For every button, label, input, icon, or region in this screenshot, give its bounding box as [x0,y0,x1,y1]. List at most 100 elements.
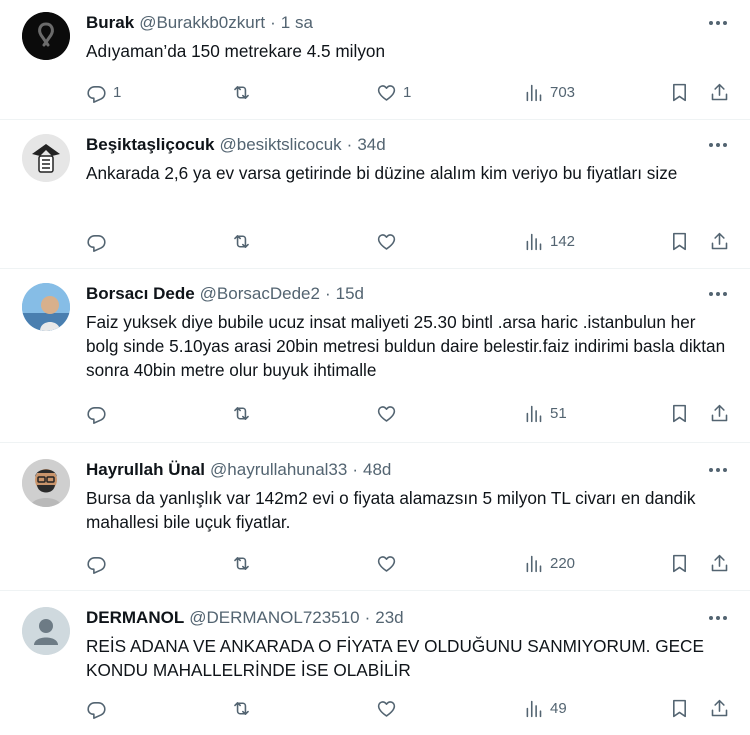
author-handle[interactable]: @hayrullahunal33 [210,460,347,480]
bookmark-button[interactable] [669,229,690,253]
author-handle[interactable]: @besiktslicocuk [220,135,342,155]
separator-dot: · [346,135,353,154]
tweet-text: Ankarada 2,6 ya ev varsa getirinde bi dü… [86,163,678,183]
separator-dot: · [364,608,371,627]
retweet-icon [234,406,249,420]
view-count: 703 [550,83,576,101]
tweet-header: Borsacı Dede @BorsacDede2 · 15d [86,283,730,305]
retweet-button[interactable] [231,551,258,575]
bookmark-button[interactable] [669,401,690,425]
more-options-icon[interactable] [706,134,730,156]
author-name[interactable]: Beşiktaşliçocuk [86,135,215,155]
tweet-text: REİS ADANA VE ANKARADA O FİYATA EV OLDUĞ… [86,636,704,680]
reply-icon [87,85,106,103]
like-button[interactable] [376,696,403,720]
bookmark-icon [673,404,686,422]
reply-button[interactable] [86,696,113,720]
views-button[interactable]: 142 [523,229,575,253]
tweet[interactable]: Borsacı Dede @BorsacDede2 · 15d Faiz yuk… [0,269,750,443]
timestamp[interactable]: 34d [357,135,385,155]
share-icon [711,554,728,571]
timestamp[interactable]: 15d [336,284,364,304]
author-handle[interactable]: @Burakkb0zkurt [139,13,265,33]
tweet-header: DERMANOL @DERMANOL723510 · 23d [86,607,730,629]
views-chart-icon [526,700,542,717]
reply-button[interactable] [86,401,113,425]
author-handle[interactable]: @BorsacDede2 [200,284,320,304]
heart-icon [377,233,396,250]
timestamp[interactable]: 23d [375,608,403,628]
tweet-text: Bursa da yanlışlık var 142m2 evi o fiyat… [86,488,696,532]
separator-dot: · [324,284,331,303]
share-icon [711,699,728,716]
reply-feed: Burak @Burakkb0zkurt · 1 sa Adıyaman’da … [0,0,750,735]
avatar[interactable] [22,459,70,507]
bookmark-icon [673,83,686,101]
share-icon [711,232,728,249]
share-button[interactable] [709,551,730,575]
like-button[interactable]: 1 [376,80,411,104]
more-options-icon[interactable] [706,607,730,629]
like-count: 1 [403,83,412,101]
bookmark-button[interactable] [669,80,690,104]
share-button[interactable] [709,696,730,720]
avatar[interactable] [22,607,70,655]
heart-icon [377,555,396,572]
avatar[interactable] [22,134,70,182]
reply-button[interactable]: 1 [86,80,121,104]
author-name[interactable]: Hayrullah Ünal [86,460,205,480]
author-name[interactable]: DERMANOL [86,608,184,628]
bookmark-icon [673,554,686,572]
avatar[interactable] [22,12,70,60]
view-count: 220 [550,554,576,572]
author-handle[interactable]: @DERMANOL723510 [189,608,359,628]
share-icon [711,404,728,421]
tweet-actions: 1 1 703 [86,80,730,104]
author-name[interactable]: Borsacı Dede [86,284,195,304]
views-button[interactable]: 220 [523,551,575,575]
reply-icon [87,406,106,424]
tweet[interactable]: Beşiktaşliçocuk @besiktslicocuk · 34d An… [0,120,750,269]
separator-dot: · [352,460,359,479]
more-options-icon[interactable] [706,283,730,305]
timestamp[interactable]: 1 sa [281,13,313,33]
separator-dot: · [270,13,276,32]
like-button[interactable] [376,551,403,575]
view-count: 142 [550,232,576,250]
heart-icon [377,405,396,422]
views-chart-icon [526,84,542,101]
bookmark-button[interactable] [669,696,690,720]
views-button[interactable]: 703 [523,80,575,104]
retweet-button[interactable] [231,401,258,425]
views-chart-icon [526,555,542,572]
tweet-actions: 142 [86,229,730,253]
view-count: 49 [550,699,567,717]
like-button[interactable] [376,229,403,253]
reply-button[interactable] [86,551,113,575]
retweet-button[interactable] [231,80,258,104]
heart-icon [377,84,396,101]
reply-button[interactable] [86,229,113,253]
retweet-button[interactable] [231,229,258,253]
share-button[interactable] [709,401,730,425]
share-button[interactable] [709,229,730,253]
heart-icon [377,700,396,717]
views-button[interactable]: 49 [523,696,567,720]
retweet-button[interactable] [231,696,258,720]
share-icon [711,83,728,100]
view-count: 51 [550,404,567,422]
share-button[interactable] [709,80,730,104]
retweet-icon [234,701,249,715]
more-options-icon[interactable] [706,459,730,481]
avatar[interactable] [22,283,70,331]
views-button[interactable]: 51 [523,401,567,425]
timestamp[interactable]: 48d [363,460,391,480]
like-button[interactable] [376,401,403,425]
author-name[interactable]: Burak [86,13,134,33]
tweet[interactable]: Hayrullah Ünal @hayrullahunal33 · 48d Bu… [0,443,750,591]
tweet[interactable]: DERMANOL @DERMANOL723510 · 23d REİS ADAN… [0,591,750,735]
more-options-icon[interactable] [706,12,730,34]
tweet[interactable]: Burak @Burakkb0zkurt · 1 sa Adıyaman’da … [0,0,750,120]
reply-icon [87,701,106,719]
bookmark-button[interactable] [669,551,690,575]
